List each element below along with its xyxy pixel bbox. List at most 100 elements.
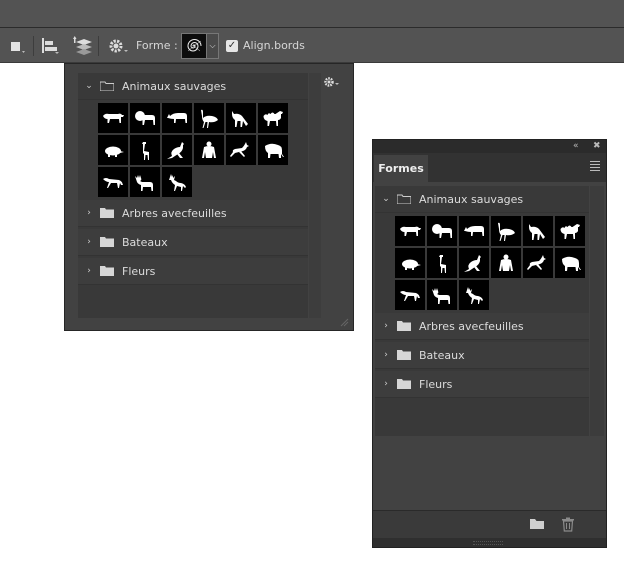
shape-thumbnail[interactable] (491, 216, 521, 246)
panel-title-strip: « ✖ (373, 140, 606, 153)
delete-button[interactable] (561, 517, 575, 535)
nautilus-shell-icon (187, 38, 202, 51)
panel-menu-icon[interactable] (590, 161, 600, 173)
panel-scrollbar[interactable] (590, 186, 604, 436)
shape-thumbnail[interactable] (427, 280, 457, 310)
shape-thumbnail[interactable] (523, 216, 553, 246)
gazelle-icon (230, 142, 249, 157)
shape-thumbnail[interactable] (395, 216, 425, 246)
folder-icon (100, 237, 114, 247)
chevron-down-icon[interactable]: ⌄ (84, 81, 94, 91)
shape-thumbnail[interactable] (491, 248, 521, 278)
shape-thumbnail[interactable] (395, 248, 425, 278)
gorilla-icon (202, 141, 216, 158)
popup-shape-list: ⌄ Animaux sauvages › Arbres avecfeuilles… (78, 73, 308, 318)
resize-grip-icon[interactable] (339, 317, 349, 327)
align-edges-checkbox[interactable]: ✓ Align.bords (226, 28, 305, 63)
shape-thumbnail[interactable] (226, 103, 256, 133)
shape-thumbnail[interactable] (130, 135, 160, 165)
shape-thumbnail[interactable] (459, 248, 489, 278)
panel-footer (373, 510, 606, 538)
shape-thumbnail[interactable] (555, 248, 585, 278)
shape-thumbnail[interactable] (427, 216, 457, 246)
shape-thumbnail[interactable] (130, 167, 160, 197)
panel-shape-list: ⌄ Animaux sauvages › Arbres avecfeuilles… (375, 186, 589, 436)
popup-group-animaux[interactable]: ⌄ Animaux sauvages (78, 73, 308, 100)
panel-group-animaux[interactable]: ⌄ Animaux sauvages (375, 186, 589, 213)
shape-thumbnail[interactable] (98, 135, 128, 165)
popup-scrollbar[interactable] (309, 73, 321, 318)
folder-icon (100, 208, 114, 218)
popup-group-fleurs[interactable]: › Fleurs (78, 258, 308, 285)
popup-group-arbres[interactable]: › Arbres avecfeuilles (78, 200, 308, 227)
shape-thumbnail[interactable] (194, 103, 224, 133)
chevron-right-icon[interactable]: › (84, 237, 94, 247)
moose-icon (135, 175, 153, 191)
popup-animal-grid (98, 103, 288, 197)
panel-group-arbres[interactable]: › Arbres avecfeuilles (375, 313, 589, 340)
tiger-icon (400, 226, 421, 236)
chevron-right-icon[interactable]: › (381, 379, 391, 389)
folder-icon (99, 81, 115, 92)
chevron-down-icon[interactable]: ⌄ (381, 194, 391, 204)
chevron-right-icon[interactable]: › (381, 350, 391, 360)
shape-thumbnail[interactable] (258, 103, 288, 133)
tab-formes[interactable]: Formes (374, 155, 428, 182)
close-icon[interactable]: ✖ (593, 140, 601, 153)
trash-icon (562, 517, 574, 532)
current-shape-preview[interactable] (181, 32, 207, 59)
panel-group-fleurs[interactable]: › Fleurs (375, 371, 589, 398)
shape-picker-popup: ⌄ Animaux sauvages › Arbres avecfeuilles… (64, 63, 354, 331)
chevron-right-icon[interactable]: › (381, 321, 391, 331)
shape-thumbnail[interactable] (395, 280, 425, 310)
rhino-icon (167, 113, 187, 123)
kangaroo-icon (167, 142, 184, 159)
rhino-icon (464, 226, 484, 236)
shape-dropdown-button[interactable]: ⌵ (207, 32, 219, 59)
shape-thumbnail[interactable] (98, 103, 128, 133)
shape-thumbnail[interactable] (459, 280, 489, 310)
path-alignment-button[interactable] (40, 28, 60, 63)
deer-icon (466, 287, 483, 304)
gorilla-icon (499, 254, 513, 271)
shape-thumbnail[interactable] (459, 216, 489, 246)
hyena-icon (400, 291, 420, 301)
square-shape-icon (11, 41, 25, 53)
hyena-icon (103, 178, 123, 188)
panel-group-bateaux[interactable]: › Bateaux (375, 342, 589, 369)
settings-button[interactable] (107, 28, 129, 63)
folder-icon (397, 321, 411, 331)
gear-icon (109, 39, 128, 52)
camel-icon (263, 111, 283, 126)
path-arrangement-button[interactable] (73, 28, 95, 63)
shape-thumbnail[interactable] (427, 248, 457, 278)
chevron-right-icon[interactable]: › (84, 266, 94, 276)
shape-thumbnail[interactable] (523, 248, 553, 278)
elephant-icon (265, 143, 284, 158)
shape-picker[interactable]: ⌵ (181, 28, 219, 63)
shape-thumbnail[interactable] (258, 135, 288, 165)
shape-thumbnail[interactable] (130, 103, 160, 133)
panel-animal-grid (395, 216, 585, 310)
shape-thumbnail[interactable] (226, 135, 256, 165)
collapse-panel-icon[interactable]: « (573, 140, 579, 153)
shape-thumbnail[interactable] (98, 167, 128, 197)
folder-icon (530, 519, 544, 529)
shape-thumbnail[interactable] (162, 167, 192, 197)
align-left-icon (42, 37, 59, 54)
folder-icon (396, 194, 412, 205)
wolf-icon (232, 111, 248, 127)
shape-thumbnail[interactable] (194, 135, 224, 165)
chevron-right-icon[interactable]: › (84, 208, 94, 218)
shape-thumbnail[interactable] (555, 216, 585, 246)
popup-settings-button[interactable] (323, 76, 341, 91)
shape-thumbnail[interactable] (162, 103, 192, 133)
application-bar (0, 0, 624, 28)
tool-mode-button[interactable] (9, 28, 25, 63)
new-group-button[interactable] (529, 517, 545, 533)
ostrich-icon (498, 222, 515, 241)
panel-resize-grip[interactable] (473, 541, 503, 545)
gazelle-icon (527, 255, 546, 270)
shape-thumbnail[interactable] (162, 135, 192, 165)
popup-group-bateaux[interactable]: › Bateaux (78, 229, 308, 256)
